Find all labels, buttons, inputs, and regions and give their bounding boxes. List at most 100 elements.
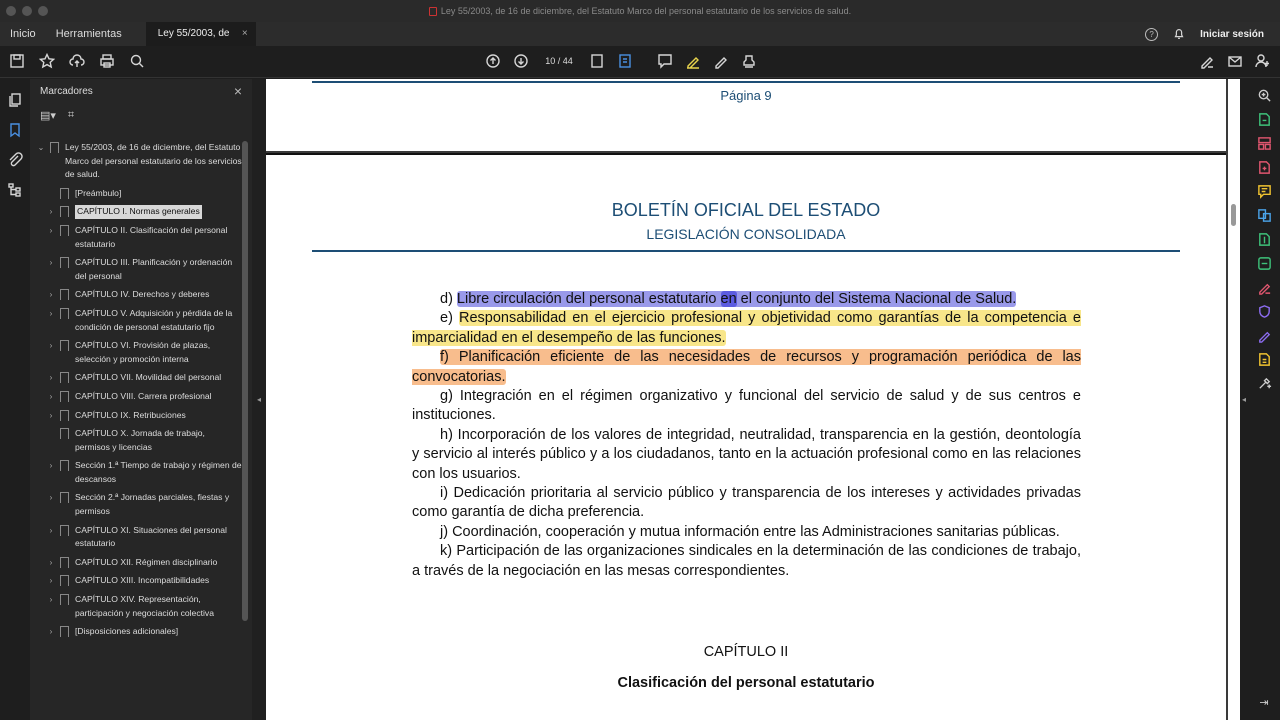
- expand-chevron-icon[interactable]: ›: [44, 491, 58, 518]
- expand-chevron-icon[interactable]: ›: [44, 593, 58, 620]
- bookmark-item-capitulo-10[interactable]: CAPÍTULO X. Jornada de trabajo, permisos…: [34, 427, 242, 454]
- highlight-yellow[interactable]: Responsabilidad en el ejercicio profesio…: [412, 310, 1081, 346]
- expand-chevron-icon[interactable]: ›: [44, 459, 58, 486]
- expand-chevron-icon[interactable]: ›: [44, 409, 58, 423]
- tab-close-icon[interactable]: ×: [242, 22, 248, 46]
- attachment-icon[interactable]: [6, 151, 24, 169]
- zoom-icon[interactable]: [1256, 87, 1272, 103]
- window-controls[interactable]: [6, 6, 48, 16]
- bookmark-item-capitulo-6[interactable]: › CAPÍTULO VI. Provisión de plazas, sele…: [34, 339, 242, 366]
- tab-document[interactable]: Ley 55/2003, de 1... ×: [145, 22, 256, 63]
- bookmark-item-seccion-1[interactable]: › Sección 1.ª Tiempo de trabajo y régime…: [34, 459, 242, 486]
- bookmark-item-capitulo-1[interactable]: › CAPÍTULO I. Normas generales: [34, 205, 242, 219]
- bookmark-item-disposiciones[interactable]: › [Disposiciones adicionales]: [34, 625, 242, 639]
- tab-tools[interactable]: Herramientas: [46, 22, 132, 46]
- expand-chevron-icon[interactable]: ›: [44, 256, 58, 283]
- bookmark-item-capitulo-7[interactable]: › CAPÍTULO VII. Movilidad del personal: [34, 371, 242, 385]
- fit-page-icon[interactable]: [588, 52, 606, 70]
- export-pdf-icon[interactable]: [1256, 111, 1272, 127]
- previous-page-icon[interactable]: [484, 52, 502, 70]
- bookmark-item-capitulo-12[interactable]: › CAPÍTULO XII. Régimen disciplinario: [34, 556, 242, 570]
- organize-pages-icon[interactable]: [1256, 135, 1272, 151]
- star-icon[interactable]: [38, 52, 56, 70]
- add-bookmark-icon[interactable]: ⌗: [68, 109, 74, 122]
- bookmark-item-capitulo-9[interactable]: › CAPÍTULO IX. Retribuciones: [34, 409, 242, 423]
- bookmark-item-capitulo-14[interactable]: › CAPÍTULO XIV. Representación, particip…: [34, 593, 242, 620]
- collapse-tools-icon[interactable]: ⇥: [1256, 694, 1272, 710]
- bell-icon[interactable]: [1172, 27, 1186, 41]
- protect-icon[interactable]: [1256, 303, 1272, 319]
- expand-chevron-icon[interactable]: ›: [44, 556, 58, 570]
- expand-chevron-icon[interactable]: ›: [44, 307, 58, 334]
- cloud-upload-icon[interactable]: [68, 52, 86, 70]
- scrollbar-thumb[interactable]: [1231, 204, 1236, 226]
- bookmark-panel-icon[interactable]: [6, 121, 24, 139]
- document-viewport[interactable]: Página 9 BOLETÍN OFICIAL DEL ESTADO LEGI…: [266, 79, 1228, 720]
- highlight-blue[interactable]: Libre circulación del personal estatutar…: [456, 291, 1017, 307]
- bookmark-item-capitulo-4[interactable]: › CAPÍTULO IV. Derechos y deberes: [34, 288, 242, 302]
- bookmark-item-seccion-2[interactable]: › Sección 2.ª Jornadas parciales, fiesta…: [34, 491, 242, 518]
- request-signature-icon[interactable]: [1256, 327, 1272, 343]
- page-label: Página 9: [720, 88, 772, 103]
- expand-chevron-icon[interactable]: ›: [44, 625, 58, 639]
- bookmark-item-preambulo[interactable]: [Preámbulo]: [34, 187, 242, 201]
- comment-tool-icon[interactable]: [1256, 183, 1272, 199]
- expand-chevron-icon[interactable]: ›: [44, 390, 58, 404]
- bookmarks-scrollbar[interactable]: [242, 141, 248, 621]
- bookmark-item-capitulo-13[interactable]: › CAPÍTULO XIII. Incompatibilidades: [34, 574, 242, 588]
- more-tools-icon[interactable]: [1256, 375, 1272, 391]
- bookmark-options-icon[interactable]: ▤▾: [40, 109, 56, 122]
- expand-chevron-icon[interactable]: ›: [44, 288, 58, 302]
- page-number-field[interactable]: 10 / 44: [540, 56, 578, 66]
- document-scrollbar[interactable]: [1228, 79, 1240, 720]
- bookmark-item-capitulo-5[interactable]: › CAPÍTULO V. Adquisición y pérdida de l…: [34, 307, 242, 334]
- help-icon[interactable]: ?: [1145, 27, 1159, 41]
- highlight-selected-word[interactable]: en: [720, 291, 737, 307]
- highlight-orange[interactable]: f) Planificación eficiente de las necesi…: [412, 349, 1081, 385]
- sign-icon[interactable]: [1198, 52, 1216, 70]
- fill-sign-icon[interactable]: [1256, 279, 1272, 295]
- header-rule: [312, 250, 1180, 252]
- collapse-chevron-icon[interactable]: ⌄: [34, 141, 48, 182]
- create-pdf-icon[interactable]: [1256, 159, 1272, 175]
- highlight-blue-text-2: el conjunto del Sistema Nacional de Salu…: [736, 291, 1017, 307]
- expand-chevron-icon[interactable]: ›: [44, 224, 58, 251]
- compress-pdf-icon[interactable]: [1256, 231, 1272, 247]
- highlight-icon[interactable]: [684, 52, 702, 70]
- current-page[interactable]: 10: [545, 56, 555, 66]
- stamp-icon[interactable]: [740, 52, 758, 70]
- combine-files-icon[interactable]: [1256, 207, 1272, 223]
- mail-icon[interactable]: [1226, 52, 1244, 70]
- draw-icon[interactable]: [712, 52, 730, 70]
- prepare-form-icon[interactable]: [1256, 351, 1272, 367]
- minimize-window-button[interactable]: [22, 6, 32, 16]
- collapse-left-panel-icon[interactable]: ◂: [252, 79, 266, 720]
- sign-in-button[interactable]: Iniciar sesión: [1200, 29, 1264, 40]
- zoom-window-button[interactable]: [38, 6, 48, 16]
- expand-chevron-icon[interactable]: ›: [44, 524, 58, 551]
- comment-icon[interactable]: [656, 52, 674, 70]
- tab-home[interactable]: Inicio: [0, 22, 46, 46]
- expand-chevron-icon[interactable]: ›: [44, 371, 58, 385]
- bookmark-item-capitulo-11[interactable]: › CAPÍTULO XI. Situaciones del personal …: [34, 524, 242, 551]
- pages-thumbnail-icon[interactable]: [6, 91, 24, 109]
- layers-tree-icon[interactable]: [6, 181, 24, 199]
- edit-pdf-icon[interactable]: [1256, 255, 1272, 271]
- next-page-icon[interactable]: [512, 52, 530, 70]
- scroll-mode-icon[interactable]: [616, 52, 634, 70]
- expand-chevron-icon[interactable]: ›: [44, 339, 58, 366]
- search-icon[interactable]: [128, 52, 146, 70]
- bookmark-item-capitulo-8[interactable]: › CAPÍTULO VIII. Carrera profesional: [34, 390, 242, 404]
- bookmark-item-root[interactable]: ⌄ Ley 55/2003, de 16 de diciembre, del E…: [34, 141, 242, 182]
- share-user-icon[interactable]: [1254, 52, 1272, 70]
- expand-chevron-icon[interactable]: ›: [44, 205, 58, 219]
- bookmark-item-capitulo-2[interactable]: › CAPÍTULO II. Clasificación del persona…: [34, 224, 242, 251]
- print-icon[interactable]: [98, 52, 116, 70]
- collapse-right-panel-icon[interactable]: ◂: [1240, 79, 1248, 720]
- save-icon[interactable]: [8, 52, 26, 70]
- close-panel-icon[interactable]: ×: [234, 83, 242, 99]
- bookmark-item-capitulo-3[interactable]: › CAPÍTULO III. Planificación y ordenaci…: [34, 256, 242, 283]
- bookmark-label: CAPÍTULO XII. Régimen disciplinario: [75, 556, 218, 567]
- close-window-button[interactable]: [6, 6, 16, 16]
- expand-chevron-icon[interactable]: ›: [44, 574, 58, 588]
